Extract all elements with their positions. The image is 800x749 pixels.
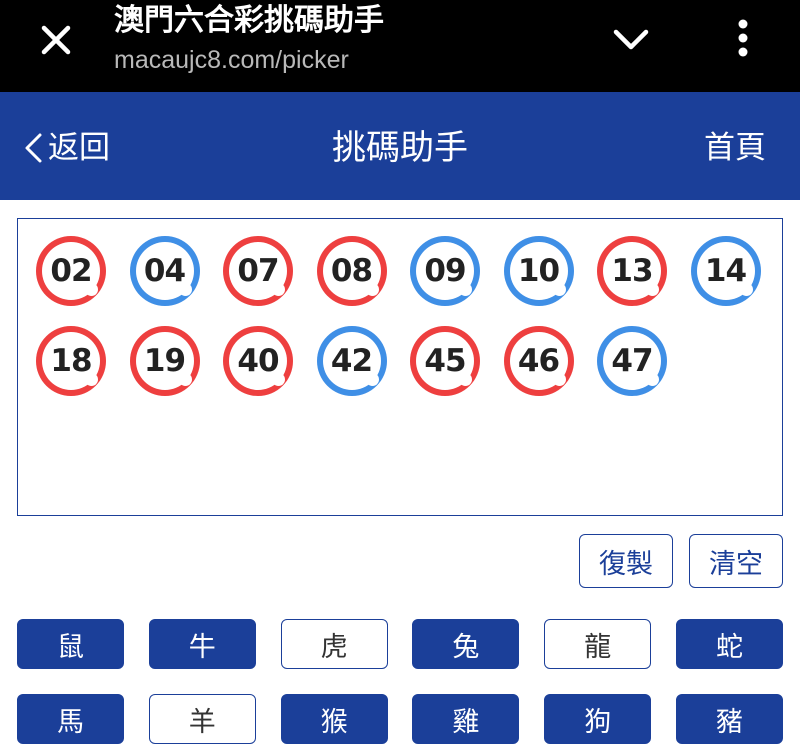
- browser-toolbar: 澳門六合彩挑碼助手 macaujc8.com/picker: [0, 0, 800, 92]
- ball-number: 09: [424, 252, 466, 289]
- number-ball[interactable]: 14: [690, 236, 761, 306]
- more-vert-icon[interactable]: [728, 16, 758, 60]
- zodiac-button[interactable]: 虎: [280, 619, 388, 669]
- ball-number: 02: [50, 252, 92, 289]
- zodiac-button[interactable]: 龍: [544, 619, 652, 669]
- zodiac-button[interactable]: 羊: [148, 694, 256, 744]
- ball-number: 10: [517, 252, 560, 289]
- ball-number: 14: [704, 252, 747, 289]
- number-ball[interactable]: 42: [316, 326, 387, 396]
- zodiac-button[interactable]: 鼠: [17, 619, 124, 669]
- number-ball[interactable]: 46: [503, 326, 574, 396]
- zodiac-button[interactable]: 猴: [280, 694, 388, 744]
- number-ball[interactable]: 40: [223, 326, 293, 396]
- number-ball[interactable]: 02: [36, 236, 106, 306]
- zodiac-button[interactable]: 馬: [17, 694, 124, 744]
- clear-button[interactable]: 清空: [689, 534, 783, 588]
- selected-numbers-panel: 02 04 07 08 09 10 13 14 18 19 40 42 45 46 47: [17, 218, 783, 516]
- ball-number: 07: [237, 252, 279, 289]
- copy-button[interactable]: 復製: [579, 534, 673, 588]
- number-ball[interactable]: 10: [503, 236, 574, 306]
- ball-number: 19: [143, 342, 186, 379]
- number-ball[interactable]: 18: [36, 326, 106, 396]
- number-ball[interactable]: 07: [223, 236, 293, 306]
- ball-number: 08: [330, 252, 373, 289]
- chevron-down-icon[interactable]: [608, 22, 654, 56]
- number-ball[interactable]: 09: [410, 236, 480, 306]
- zodiac-button[interactable]: 豬: [676, 694, 783, 744]
- ball-number: 46: [517, 342, 560, 379]
- browser-page-title: 澳門六合彩挑碼助手: [114, 3, 384, 38]
- app-header: 返回 挑碼助手 首頁: [0, 92, 800, 200]
- zodiac-button[interactable]: 蛇: [676, 619, 783, 669]
- number-ball[interactable]: 19: [129, 326, 200, 396]
- page-title: 挑碼助手: [332, 128, 468, 168]
- ball-number: 04: [143, 252, 186, 289]
- number-ball[interactable]: 45: [410, 326, 480, 396]
- number-ball[interactable]: 08: [316, 236, 387, 306]
- ball-number: 13: [611, 252, 653, 289]
- number-ball[interactable]: 13: [597, 236, 667, 306]
- home-link[interactable]: 首頁: [704, 130, 766, 166]
- ball-number: 18: [50, 342, 92, 379]
- ball-number: 42: [330, 342, 373, 379]
- number-ball[interactable]: 47: [597, 326, 667, 396]
- ball-number: 47: [611, 342, 653, 379]
- zodiac-button[interactable]: 牛: [148, 619, 256, 669]
- zodiac-button[interactable]: 狗: [544, 694, 652, 744]
- number-ball[interactable]: 04: [129, 236, 200, 306]
- zodiac-button[interactable]: 兔: [412, 619, 520, 669]
- zodiac-button[interactable]: 雞: [412, 694, 520, 744]
- ball-number: 45: [424, 342, 466, 379]
- close-icon[interactable]: [30, 14, 82, 66]
- ball-number: 40: [237, 342, 279, 379]
- browser-url[interactable]: macaujc8.com/picker: [114, 44, 349, 76]
